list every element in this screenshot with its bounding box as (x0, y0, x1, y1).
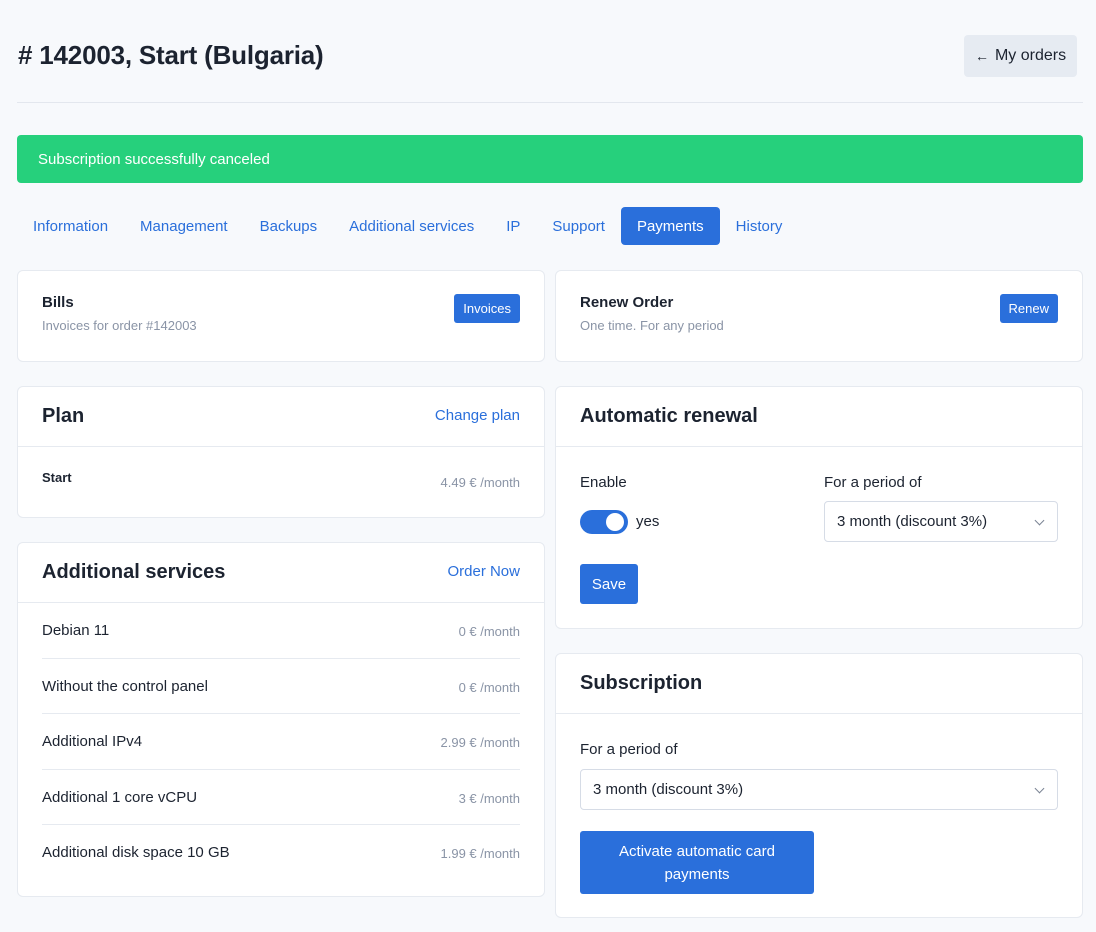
renewal-period-value: 3 month (discount 3%) (837, 513, 988, 530)
plan-card: Plan Change plan Start 4.49 € /month (17, 386, 545, 518)
service-price: 3 € /month (458, 790, 520, 806)
list-item: Additional 1 core vCPU 3 € /month (42, 770, 520, 825)
my-orders-button[interactable]: ← My orders (964, 35, 1077, 77)
automatic-renewal-header: Automatic renewal (556, 387, 1082, 447)
enable-label: Enable (580, 474, 627, 491)
additional-services-card: Additional services Order Now Debian 11 … (17, 542, 545, 897)
tab-additional-services[interactable]: Additional services (333, 207, 490, 245)
bills-title: Bills (42, 294, 74, 311)
subscription-title: Subscription (580, 672, 703, 694)
tab-management[interactable]: Management (124, 207, 244, 245)
invoices-button[interactable]: Invoices (454, 294, 520, 323)
chevron-down-icon (1034, 783, 1045, 794)
renewal-period-select[interactable]: 3 month (discount 3%) (824, 501, 1058, 542)
change-plan-link[interactable]: Change plan (435, 407, 520, 424)
renew-button[interactable]: Renew (999, 294, 1058, 323)
services-list: Debian 11 0 € /month Without the control… (18, 603, 544, 881)
renew-order-title: Renew Order (580, 294, 674, 311)
renewal-period-label: For a period of (824, 474, 922, 491)
list-item: Additional IPv4 2.99 € /month (42, 714, 520, 770)
tab-payments[interactable]: Payments (620, 207, 720, 245)
service-label: Additional IPv4 (42, 733, 143, 750)
tab-support[interactable]: Support (536, 207, 621, 245)
activate-card-payments-button[interactable]: Activate automatic card payments (580, 831, 814, 894)
tab-information[interactable]: Information (17, 207, 124, 245)
list-item: Debian 11 0 € /month (42, 603, 520, 659)
service-price: 0 € /month (458, 679, 520, 695)
additional-services-header: Additional services Order Now (18, 543, 544, 603)
renew-order-subtitle: One time. For any period (580, 318, 724, 333)
automatic-renewal-title: Automatic renewal (580, 405, 758, 427)
service-label: Without the control panel (42, 677, 208, 695)
subscription-card: Subscription For a period of 3 month (di… (555, 653, 1083, 918)
toggle-state-label: yes (636, 513, 660, 530)
additional-services-title: Additional services (42, 561, 226, 583)
page-header: # 142003, Start (Bulgaria) ← My orders (17, 0, 1083, 103)
tab-history[interactable]: History (720, 207, 799, 245)
service-label: Additional disk space 10 GB (42, 844, 230, 861)
tab-ip[interactable]: IP (490, 207, 536, 245)
tab-bar: Information Management Backups Additiona… (17, 207, 798, 245)
plan-price: 4.49 € /month (440, 475, 521, 490)
alert-text: Subscription successfully canceled (38, 150, 270, 168)
service-label: Debian 11 (42, 622, 110, 639)
chevron-down-icon (1034, 515, 1045, 526)
plan-row: Start 4.49 € /month (42, 447, 520, 517)
subscription-header: Subscription (556, 654, 1082, 714)
service-price: 0 € /month (458, 624, 520, 639)
page-title: # 142003, Start (Bulgaria) (18, 40, 324, 70)
tab-backups[interactable]: Backups (244, 207, 334, 245)
service-price: 1.99 € /month (440, 846, 521, 861)
subscription-period-value: 3 month (discount 3%) (593, 781, 744, 798)
plan-header: Plan Change plan (18, 387, 544, 447)
plan-name: Start (42, 470, 72, 485)
automatic-renewal-card: Automatic renewal Enable yes For a perio… (555, 386, 1083, 629)
list-item: Additional disk space 10 GB 1.99 € /mont… (42, 825, 520, 881)
service-price: 2.99 € /month (440, 735, 521, 750)
bills-subtitle: Invoices for order #142003 (42, 318, 197, 333)
service-label: Additional 1 core vCPU (42, 788, 198, 806)
subscription-period-select[interactable]: 3 month (discount 3%) (580, 769, 1058, 810)
save-button[interactable]: Save (580, 564, 638, 604)
auto-renewal-toggle[interactable] (580, 510, 628, 534)
success-alert: Subscription successfully canceled (17, 135, 1083, 183)
arrow-left-icon: ← (974, 48, 989, 64)
subscription-period-label: For a period of (580, 741, 678, 758)
plan-title: Plan (42, 405, 85, 427)
order-now-link[interactable]: Order Now (447, 563, 520, 580)
bills-card: Bills Invoices for order #142003 Invoice… (17, 270, 545, 362)
toggle-knob (606, 513, 624, 531)
my-orders-label: My orders (994, 47, 1067, 64)
list-item: Without the control panel 0 € /month (42, 659, 520, 714)
renew-order-card: Renew Order One time. For any period Ren… (555, 270, 1083, 362)
